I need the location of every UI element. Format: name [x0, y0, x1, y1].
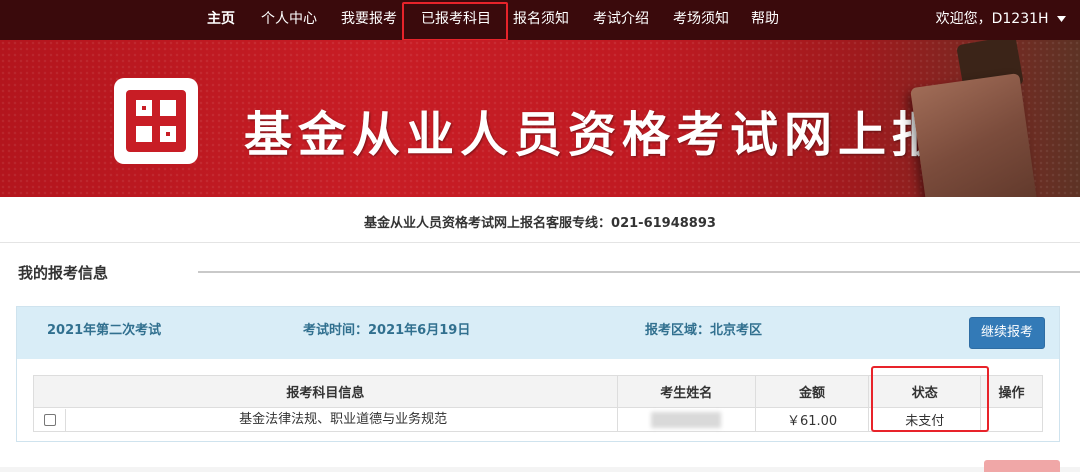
welcome-text: 欢迎您，D1231H: [935, 11, 1049, 27]
hotline-bar: 基金从业人员资格考试网上报名客服专线：021-61948893: [0, 197, 1080, 243]
header-amount: 金额: [754, 375, 870, 408]
nav-item-apply[interactable]: 我要报考: [341, 8, 397, 28]
section-divider: [198, 271, 1080, 273]
nav-highlight-box: [402, 2, 508, 41]
user-welcome[interactable]: 欢迎您，D1231H: [936, 8, 1066, 28]
operation-cell: [980, 407, 1043, 432]
row-checkbox[interactable]: [43, 413, 56, 426]
nav-item-exam-rules[interactable]: 考场须知: [673, 8, 729, 28]
chevron-down-icon: [1057, 16, 1066, 22]
nav-item-personal-center[interactable]: 个人中心: [261, 8, 317, 28]
status-highlight-box: [871, 366, 989, 432]
header-candidate-name: 考生姓名: [616, 375, 756, 408]
subject-name: 基金法律法规、职业道德与业务规范: [239, 412, 448, 427]
exam-region: 报考区域：北京考区: [645, 323, 763, 338]
candidate-name-cell: [616, 407, 756, 432]
exam-time: 考试时间：2021年6月19日: [303, 323, 471, 338]
section-title: 我的报考信息: [18, 264, 109, 282]
banner: 基金从业人员资格考试网上报名: [0, 40, 1080, 197]
nav-item-home[interactable]: 主页: [207, 8, 235, 28]
nav-item-help[interactable]: 帮助: [751, 8, 779, 28]
main-content: 我的报考信息 2021年第二次考试 考试时间：2021年6月19日 报考区域：北…: [0, 243, 1080, 467]
subject-cell: 基金法律法规、职业道德与业务规范: [33, 407, 618, 432]
exam-name: 2021年第二次考试: [47, 323, 162, 338]
header-subject-info: 报考科目信息: [33, 375, 618, 408]
continue-register-button[interactable]: 继续报考: [969, 317, 1045, 349]
redacted-name: [651, 411, 722, 428]
banner-title: 基金从业人员资格考试网上报名: [244, 107, 1001, 163]
hotline-text: 基金从业人员资格考试网上报名客服专线：021-61948893: [364, 216, 716, 231]
seal-stone-image: [910, 73, 1040, 197]
bottom-action-button[interactable]: [984, 460, 1060, 472]
amount-cell: ￥61.00: [754, 407, 870, 432]
exam-panel-header: 2021年第二次考试 考试时间：2021年6月19日 报考区域：北京考区 继续报…: [17, 307, 1059, 359]
top-nav: 主页 个人中心 我要报考 已报考科目 报名须知 考试介绍 考场须知 帮助 欢迎您…: [0, 0, 1080, 40]
nav-item-exam-intro[interactable]: 考试介绍: [593, 8, 649, 28]
header-operation: 操作: [980, 375, 1043, 408]
logo-icon: [114, 78, 198, 164]
nav-item-registration-notice[interactable]: 报名须知: [513, 8, 569, 28]
